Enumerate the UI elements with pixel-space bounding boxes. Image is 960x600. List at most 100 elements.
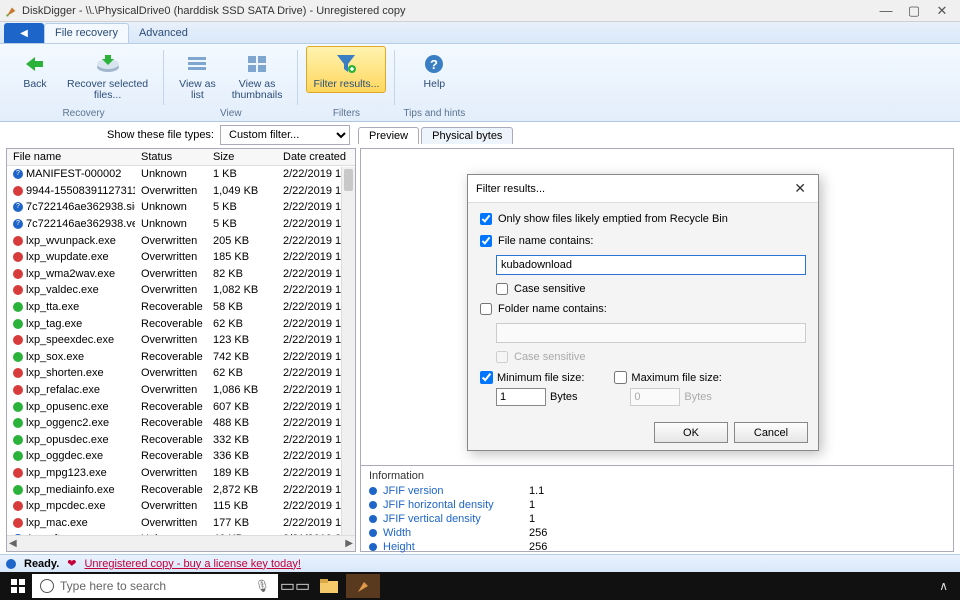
filter-results-button[interactable]: Filter results...: [306, 46, 386, 93]
back-arrow-icon: [21, 51, 49, 77]
table-row[interactable]: 9944-1550839112731144.Overwritten1,049 K…: [7, 183, 355, 200]
group-tips-label: Tips and hints: [403, 107, 465, 121]
recycle-bin-label: Only show files likely emptied from Recy…: [498, 213, 728, 225]
taskbar-search-placeholder: Type here to search: [60, 579, 166, 593]
view-thumbnails-button[interactable]: View as thumbnails: [225, 46, 290, 104]
status-ready: Ready.: [24, 558, 59, 570]
table-row[interactable]: lxp_opusdec.exeRecoverable332 KB2/22/201…: [7, 432, 355, 449]
min-size-units: Bytes: [550, 391, 578, 403]
table-row[interactable]: lxp_oggenc2.exeRecoverable488 KB2/22/201…: [7, 415, 355, 432]
info-row: Width256: [369, 526, 945, 540]
file-list[interactable]: ?MANIFEST-000002Unknown1 KB2/22/2019 1:3…: [7, 166, 355, 535]
table-row[interactable]: ?7c722146ae362938.sigUnknown5 KB2/22/201…: [7, 199, 355, 216]
list-view-icon: [183, 51, 211, 77]
help-button[interactable]: ? Help: [411, 46, 457, 93]
file-type-filter-select[interactable]: Custom filter...: [220, 125, 350, 145]
start-button[interactable]: [4, 574, 32, 598]
filename-case-checkbox[interactable]: [496, 283, 508, 295]
save-disk-icon: [94, 51, 122, 77]
table-row[interactable]: lxp_shorten.exeOverwritten62 KB2/22/2019…: [7, 365, 355, 382]
filename-contains-label: File name contains:: [498, 235, 593, 247]
app-icon: [4, 4, 18, 18]
status-bar: Ready. ❤ Unregistered copy - buy a licen…: [0, 554, 960, 572]
window-title: DiskDigger - \\.\PhysicalDrive0 (harddis…: [22, 5, 406, 17]
system-tray[interactable]: ∧: [931, 579, 956, 593]
table-row[interactable]: lxp_speexdec.exeOverwritten123 KB2/22/20…: [7, 332, 355, 349]
folder-contains-label: Folder name contains:: [498, 303, 607, 315]
file-list-header: File name Status Size Date created: [7, 149, 355, 166]
table-row[interactable]: lxp_tag.exeRecoverable62 KB2/22/2019 11:: [7, 315, 355, 332]
tab-file-recovery[interactable]: File recovery: [44, 23, 129, 43]
column-filename[interactable]: File name: [7, 149, 135, 165]
task-view-icon[interactable]: ▭▭: [278, 574, 312, 598]
min-size-checkbox[interactable]: [480, 371, 493, 384]
group-filters-label: Filters: [306, 107, 386, 121]
file-type-filter-row: Show these file types: Custom filter...: [0, 122, 358, 148]
info-row: Height256: [369, 540, 945, 554]
taskbar-search[interactable]: Type here to search 🎙: [32, 574, 278, 598]
table-row[interactable]: lxp_wvunpack.exeOverwritten205 KB2/22/20…: [7, 232, 355, 249]
table-row[interactable]: lxp_tta.exeRecoverable58 KB2/22/2019 11:: [7, 299, 355, 316]
license-link[interactable]: Unregistered copy - buy a license key to…: [84, 558, 300, 570]
close-button[interactable]: ✕: [928, 2, 956, 20]
search-icon: [40, 579, 54, 593]
file-tab[interactable]: ◀: [4, 23, 44, 43]
preview-tabs: Preview Physical bytes: [358, 127, 515, 144]
back-button[interactable]: Back: [12, 46, 58, 93]
table-row[interactable]: lxp_mpcdec.exeOverwritten115 KB2/22/2019…: [7, 498, 355, 515]
table-row[interactable]: lxp_mac.exeOverwritten177 KB2/22/2019 11…: [7, 514, 355, 531]
column-status[interactable]: Status: [135, 149, 207, 165]
table-row[interactable]: lxp_valdec.exeOverwritten1,082 KB2/22/20…: [7, 282, 355, 299]
dialog-title: Filter results...: [476, 183, 545, 195]
recover-selected-button[interactable]: Recover selected files...: [60, 46, 155, 104]
filename-contains-checkbox[interactable]: [480, 235, 492, 247]
tab-physical-bytes[interactable]: Physical bytes: [421, 127, 513, 144]
file-type-filter-label: Show these file types:: [107, 129, 214, 141]
view-list-button[interactable]: View as list: [172, 46, 223, 104]
table-row[interactable]: lxp_refalac.exeOverwritten1,086 KB2/22/2…: [7, 382, 355, 399]
table-row[interactable]: ?7c722146ae362938.verUnknown5 KB2/22/201…: [7, 216, 355, 233]
file-list-panel: File name Status Size Date created ?MANI…: [6, 148, 356, 552]
min-size-input[interactable]: [496, 388, 546, 406]
max-size-units: Bytes: [684, 391, 712, 403]
max-size-input: [630, 388, 680, 406]
maximize-button[interactable]: ▢: [900, 2, 928, 20]
table-row[interactable]: lxp_wupdate.exeOverwritten185 KB2/22/201…: [7, 249, 355, 266]
mic-icon[interactable]: 🎙: [255, 579, 270, 593]
recycle-bin-checkbox[interactable]: [480, 213, 492, 225]
table-row[interactable]: lxp_mpg123.exeOverwritten189 KB2/22/2019…: [7, 465, 355, 482]
information-title: Information: [369, 470, 945, 482]
horizontal-scrollbar[interactable]: ◀▶: [7, 535, 355, 551]
table-row[interactable]: ?MANIFEST-000002Unknown1 KB2/22/2019 1:3: [7, 166, 355, 183]
diskdigger-taskbar-icon[interactable]: [346, 574, 380, 598]
group-recovery-label: Recovery: [12, 107, 155, 121]
tab-preview[interactable]: Preview: [358, 127, 419, 144]
svg-text:?: ?: [430, 57, 438, 72]
dialog-close-button[interactable]: ✕: [790, 180, 810, 197]
column-size[interactable]: Size: [207, 149, 277, 165]
column-date[interactable]: Date created: [277, 149, 355, 165]
file-explorer-icon[interactable]: [312, 574, 346, 598]
group-view-label: View: [172, 107, 289, 121]
information-panel: Information JFIF version1.1JFIF horizont…: [360, 466, 954, 552]
table-row[interactable]: lxp_mediainfo.exeRecoverable2,872 KB2/22…: [7, 481, 355, 498]
minimize-button[interactable]: —: [872, 2, 900, 20]
thumbnail-view-icon: [243, 51, 271, 77]
ok-button[interactable]: OK: [654, 422, 728, 443]
info-row: JFIF version1.1: [369, 484, 945, 498]
status-indicator-icon: [6, 559, 16, 569]
table-row[interactable]: lxp_sox.exeRecoverable742 KB2/22/2019 11…: [7, 349, 355, 366]
folder-contains-input: [496, 323, 806, 343]
table-row[interactable]: lxp_oggdec.exeRecoverable336 KB2/22/2019…: [7, 448, 355, 465]
folder-contains-checkbox[interactable]: [480, 303, 492, 315]
cancel-button[interactable]: Cancel: [734, 422, 808, 443]
table-row[interactable]: lxp_opusenc.exeRecoverable607 KB2/22/201…: [7, 398, 355, 415]
table-row[interactable]: lxp_wma2wav.exeOverwritten82 KB2/22/2019…: [7, 266, 355, 283]
filename-contains-input[interactable]: [496, 255, 806, 275]
tab-advanced[interactable]: Advanced: [129, 24, 198, 43]
folder-case-label: Case sensitive: [514, 351, 586, 363]
ribbon-tabs: ◀ File recovery Advanced: [0, 22, 960, 44]
ribbon: Back Recover selected files... Recovery …: [0, 44, 960, 122]
vertical-scrollbar[interactable]: [341, 167, 355, 535]
max-size-checkbox[interactable]: [614, 371, 627, 384]
